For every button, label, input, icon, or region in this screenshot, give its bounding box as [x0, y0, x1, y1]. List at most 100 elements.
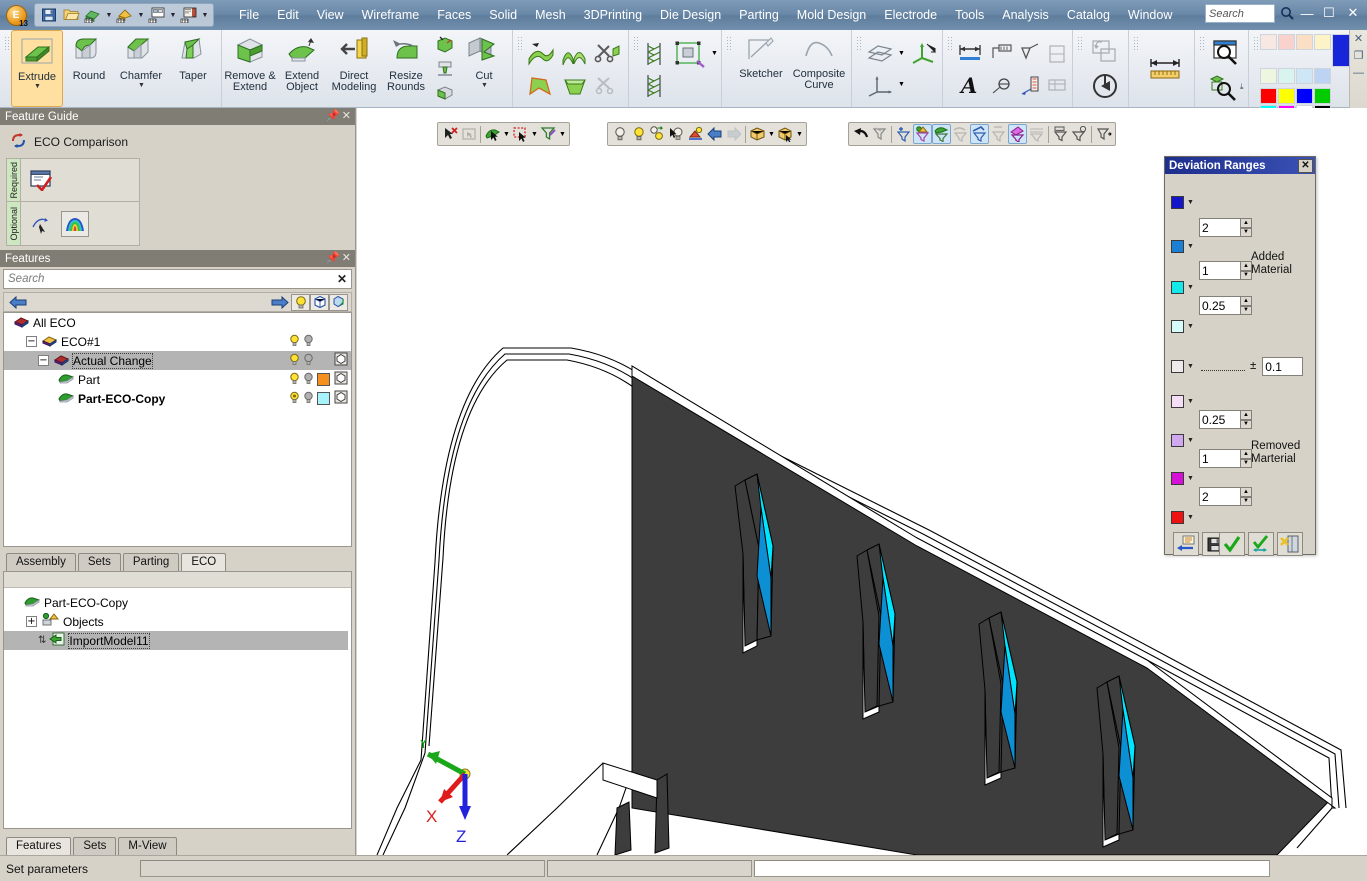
display-mode-icon[interactable] — [334, 390, 348, 407]
menu-item-electrode[interactable]: Electrode — [875, 5, 946, 25]
chamfer-button[interactable]: Chamfer ▼ — [115, 30, 167, 107]
close-icon[interactable]: ✕ — [342, 111, 351, 122]
properties-dropdown-caret[interactable]: ▼ — [168, 5, 178, 25]
undo-history-icon[interactable] — [1084, 69, 1126, 103]
range-value-6-input[interactable] — [1199, 449, 1240, 468]
range-swatch-5[interactable] — [1171, 360, 1184, 373]
tree-node-part[interactable]: Part — [4, 370, 351, 389]
spin-up-5[interactable]: ▲ — [1240, 410, 1252, 420]
tree-node-eco1[interactable]: − ECO#1 — [4, 332, 351, 351]
datum-axis-dropdown-caret[interactable]: ▼ — [897, 75, 906, 95]
spin-down-7[interactable]: ▼ — [1240, 497, 1252, 507]
wireframe-view-dropdown-caret[interactable]: ▼ — [795, 124, 804, 144]
filter-solids-icon[interactable] — [913, 124, 932, 144]
menu-item-view[interactable]: View — [308, 5, 353, 25]
range-value-5-spinner[interactable]: ▲▼ — [1199, 410, 1252, 429]
tab-sets[interactable]: Sets — [78, 553, 121, 571]
datum-plane-icon[interactable] — [863, 38, 897, 70]
filter-faces-icon[interactable] — [932, 124, 951, 144]
palette-swatch-yellow[interactable] — [1278, 88, 1295, 104]
range-caret-7[interactable]: ▼ — [1187, 437, 1194, 444]
palette-swatch-3[interactable] — [1296, 34, 1313, 50]
forward-arrow-icon[interactable] — [269, 294, 291, 311]
select-face-dropdown-caret[interactable]: ▼ — [502, 124, 511, 144]
open-icon[interactable] — [60, 5, 82, 25]
range-value-6-spinner[interactable]: ▲▼ — [1199, 449, 1252, 468]
expand-expander[interactable]: + — [26, 616, 37, 627]
measure-distance-icon[interactable] — [1140, 43, 1192, 95]
filter-more-icon[interactable] — [1094, 124, 1113, 144]
deselect-all-icon[interactable] — [440, 124, 459, 144]
range-caret-3[interactable]: ▼ — [1187, 284, 1194, 291]
punch-icon[interactable] — [432, 57, 458, 81]
range-value-1-input[interactable] — [1199, 218, 1240, 237]
reset-ranges-button[interactable] — [1173, 532, 1199, 556]
deviation-ranges-dialog[interactable]: Deviation Ranges ✕ ▼ ▲▼ ▼ ▲▼ Added Mater… — [1164, 156, 1316, 555]
lower-node-importmodel11[interactable]: ⇅ ImportModel11 — [4, 631, 348, 650]
range-value-7-spinner[interactable]: ▲▼ — [1199, 487, 1252, 506]
import-dropdown-caret[interactable]: ▼ — [104, 5, 114, 25]
menu-item-mold-design[interactable]: Mold Design — [788, 5, 875, 25]
range-swatch-4[interactable] — [1171, 320, 1184, 333]
filter-datum-icon[interactable] — [1051, 124, 1070, 144]
filter-clear-icon[interactable] — [870, 124, 889, 144]
range-swatch-3[interactable] — [1171, 281, 1184, 294]
spin-up-3[interactable]: ▲ — [1240, 296, 1252, 306]
measure-deviation-icon[interactable] — [27, 211, 55, 237]
visibility-bulb-icon[interactable] — [289, 353, 300, 369]
filter-mesh-icon[interactable] — [1008, 124, 1027, 144]
menu-item-solid[interactable]: Solid — [480, 5, 526, 25]
lighting-icon[interactable] — [686, 124, 705, 144]
tab-mview[interactable]: M-View — [118, 837, 176, 855]
chamfer-dropdown-caret[interactable]: ▼ — [138, 82, 145, 89]
range-value-2-spinner[interactable]: ▲▼ — [1199, 261, 1252, 280]
export-model-icon[interactable]: HH — [114, 5, 136, 25]
clear-search-icon[interactable]: ✕ — [337, 272, 347, 286]
print-icon[interactable]: HH — [178, 5, 200, 25]
sketcher-button[interactable]: Sketcher — [733, 30, 789, 107]
range-caret-5[interactable]: ▼ — [1187, 363, 1194, 370]
remove-extend-button[interactable]: Remove & Extend — [224, 30, 276, 107]
patch-surface-icon[interactable] — [524, 71, 558, 101]
shaded-view-dropdown-caret[interactable]: ▼ — [767, 124, 776, 144]
import-model-icon[interactable]: HH — [82, 5, 104, 25]
menu-item-file[interactable]: File — [230, 5, 268, 25]
visibility-bulb-icon[interactable] — [289, 391, 300, 407]
zoom-window-icon[interactable] — [1206, 36, 1246, 72]
round-button[interactable]: Round — [63, 30, 115, 107]
bulb-pick-icon[interactable] — [667, 124, 686, 144]
tab-sets-bottom[interactable]: Sets — [73, 837, 116, 855]
extrude-button[interactable]: Extrude ▼ — [11, 30, 63, 107]
datum-plane-dropdown-caret[interactable]: ▼ — [897, 44, 906, 64]
cancel-exit-button[interactable] — [1277, 532, 1303, 556]
extrude-dropdown-caret[interactable]: ▼ — [34, 83, 41, 90]
range-value-2-input[interactable] — [1199, 261, 1240, 280]
suppress-bulb-icon[interactable] — [303, 391, 314, 407]
filter-edges-icon[interactable] — [970, 124, 989, 144]
menu-item-parting[interactable]: Parting — [730, 5, 788, 25]
select-region-dropdown-caret[interactable]: ▼ — [530, 124, 539, 144]
palette-swatch-4[interactable] — [1314, 34, 1331, 50]
sheet-unfold-icon[interactable] — [640, 37, 670, 71]
range-swatch-1[interactable] — [1171, 196, 1184, 209]
palette-swatch-7[interactable] — [1296, 68, 1313, 84]
range-caret-6[interactable]: ▼ — [1187, 398, 1194, 405]
collapse-expander[interactable]: − — [26, 336, 37, 347]
note-text-icon[interactable]: A — [954, 70, 988, 100]
split-solid-icon[interactable] — [432, 81, 458, 105]
tree-node-actual-change[interactable]: − Actual Change — [4, 351, 351, 370]
filter-points-icon[interactable] — [894, 124, 913, 144]
range-caret-2[interactable]: ▼ — [1187, 243, 1194, 250]
refresh-tree-icon[interactable] — [329, 294, 348, 311]
menu-item-die-design[interactable]: Die Design — [651, 5, 730, 25]
display-mode-icon[interactable] — [334, 352, 348, 369]
restore-ribbon-icon[interactable]: ❐ — [1354, 51, 1364, 61]
3d-viewport[interactable]: Y X Z ▼ ▼ ▼ — [357, 108, 1367, 855]
direct-modeling-button[interactable]: Direct Modeling — [328, 30, 380, 107]
palette-swatch-1[interactable] — [1260, 34, 1277, 50]
tolerance-input[interactable] — [1262, 357, 1303, 376]
zoom-selection-icon[interactable] — [1206, 72, 1240, 102]
extrude-surface-icon[interactable] — [524, 37, 558, 71]
range-caret-8[interactable]: ▼ — [1187, 475, 1194, 482]
zoom-more-chevron[interactable]: ⤓ — [1240, 82, 1244, 92]
